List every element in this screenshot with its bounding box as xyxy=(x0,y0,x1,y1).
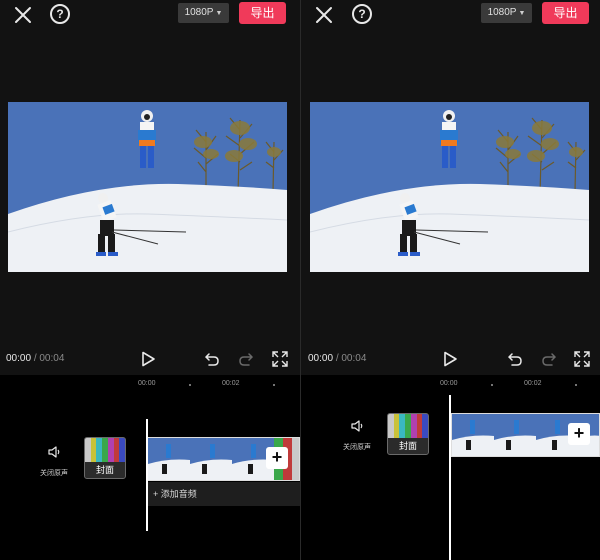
ruler-label: 00:00 xyxy=(138,380,156,387)
playback-controls: 00:00 / 00:04 xyxy=(0,345,300,373)
playhead[interactable] xyxy=(449,395,451,560)
clip-thumbnail xyxy=(452,414,494,456)
caret-down-icon: ▼ xyxy=(518,10,526,17)
add-audio-label: 添加音频 xyxy=(160,489,197,499)
cover-button[interactable]: 封面 xyxy=(387,413,429,455)
speaker-icon xyxy=(351,420,363,432)
video-frame xyxy=(8,102,287,272)
ruler-tick xyxy=(189,384,191,386)
video-preview xyxy=(8,102,287,272)
mute-label: 关闭原声 xyxy=(40,470,68,477)
redo-icon[interactable] xyxy=(541,351,557,367)
cover-thumbnail xyxy=(85,438,125,462)
video-frame xyxy=(310,102,589,272)
time-display: 00:00 / 00:04 xyxy=(6,353,64,364)
ruler-tick xyxy=(273,384,275,386)
top-bar: ? 1080P ▼ 导出 xyxy=(301,0,600,30)
resolution-dropdown[interactable]: 1080P ▼ xyxy=(178,3,229,23)
time-current: 00:00 xyxy=(6,353,32,364)
time-ruler: 00:00 00:02 xyxy=(301,375,600,393)
close-icon[interactable] xyxy=(313,4,335,26)
export-button[interactable]: 导出 xyxy=(542,2,589,24)
time-total: 00:04 xyxy=(341,353,367,364)
export-button[interactable]: 导出 xyxy=(239,2,286,24)
undo-icon[interactable] xyxy=(507,351,523,367)
caret-down-icon: ▼ xyxy=(215,10,223,17)
time-display: 00:00 / 00:04 xyxy=(308,353,366,364)
time-current: 00:00 xyxy=(308,353,334,364)
undo-icon[interactable] xyxy=(204,351,220,367)
mute-label: 关闭原声 xyxy=(343,444,371,451)
editor-screen-right: ? 1080P ▼ 导出 00:00 / 00:04 00:00 00:02 关… xyxy=(301,0,600,560)
playback-controls: 00:00 / 00:04 xyxy=(301,345,600,373)
top-bar: ? 1080P ▼ 导出 xyxy=(0,0,300,30)
playhead[interactable] xyxy=(146,419,148,531)
time-separator: / xyxy=(335,353,339,364)
mute-original-button[interactable]: 关闭原声 xyxy=(337,419,377,452)
fullscreen-icon[interactable] xyxy=(574,351,590,367)
time-total: 00:04 xyxy=(39,353,65,364)
clip-thumbnail xyxy=(190,438,232,480)
timeline-panel[interactable]: 00:00 00:02 关闭原声 封面 + xyxy=(301,375,600,560)
time-ruler: 00:00 00:02 xyxy=(0,375,300,393)
ruler-tick xyxy=(575,384,577,386)
add-clip-button[interactable]: + xyxy=(266,447,288,469)
cover-label: 封面 xyxy=(388,438,428,454)
clip-thumbnail xyxy=(148,438,190,480)
timeline-panel[interactable]: 00:00 00:02 关闭原声 封面 + + 添加音频 xyxy=(0,375,300,560)
ruler-tick xyxy=(491,384,493,386)
resolution-dropdown[interactable]: 1080P ▼ xyxy=(481,3,532,23)
play-icon[interactable] xyxy=(140,351,156,367)
resolution-label: 1080P xyxy=(487,7,517,18)
video-preview xyxy=(310,102,589,272)
clip-thumbnail xyxy=(494,414,536,456)
help-icon[interactable]: ? xyxy=(352,4,372,24)
plus-icon: + xyxy=(153,489,159,499)
fullscreen-icon[interactable] xyxy=(272,351,288,367)
ruler-label: 00:02 xyxy=(222,380,240,387)
plus-icon: + xyxy=(573,423,585,443)
time-separator: / xyxy=(33,353,37,364)
redo-icon[interactable] xyxy=(238,351,254,367)
speaker-icon xyxy=(48,446,60,458)
play-icon[interactable] xyxy=(442,351,458,367)
help-icon[interactable]: ? xyxy=(50,4,70,24)
editor-screen-left: ? 1080P ▼ 导出 00:00 / 00:04 00:00 00:02 关… xyxy=(0,0,300,560)
cover-label: 封面 xyxy=(85,462,125,478)
add-audio-button[interactable]: + 添加音频 xyxy=(147,482,300,506)
ruler-label: 00:02 xyxy=(524,380,542,387)
cover-thumbnail xyxy=(388,414,428,438)
plus-icon: + xyxy=(271,447,283,467)
resolution-label: 1080P xyxy=(184,7,214,18)
mute-original-button[interactable]: 关闭原声 xyxy=(34,445,74,478)
add-clip-button[interactable]: + xyxy=(568,423,590,445)
cover-button[interactable]: 封面 xyxy=(84,437,126,479)
ruler-label: 00:00 xyxy=(440,380,458,387)
close-icon[interactable] xyxy=(12,4,34,26)
